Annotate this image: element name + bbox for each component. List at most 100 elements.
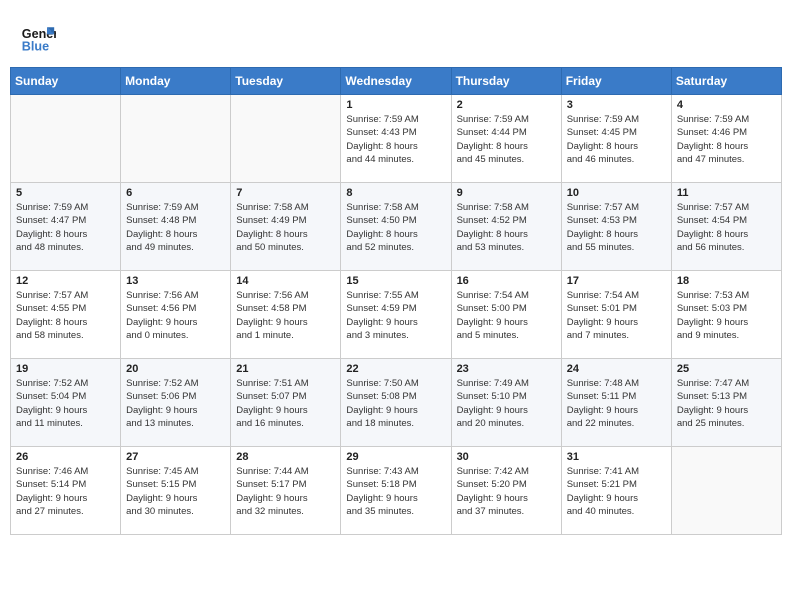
- calendar-cell: [671, 447, 781, 535]
- day-number: 28: [236, 451, 335, 463]
- calendar-cell: 22Sunrise: 7:50 AM Sunset: 5:08 PM Dayli…: [341, 359, 451, 447]
- day-number: 21: [236, 363, 335, 375]
- calendar-cell: 31 Sunrise: 7:41 AM Sunset: 5:21 PM Dayli…: [561, 447, 671, 535]
- calendar-cell: 17 Sunrise: 7:54 AM Sunset: 5:01 PM Dayli…: [561, 271, 671, 359]
- day-number: 30: [457, 451, 556, 463]
- day-info: Sunrise: 7:56 AM Sunset: 4:56 PM Dayligh…: [126, 289, 225, 342]
- calendar-week-row: 1 Sunrise: 7:59 AM Sunset: 4:43 PM Daylig…: [11, 95, 782, 183]
- calendar-cell: 29Sunrise: 7:43 AM Sunset: 5:18 PM Dayli…: [341, 447, 451, 535]
- calendar-table: SundayMondayTuesdayWednesdayThursdayFrid…: [10, 67, 782, 535]
- day-info: Sunrise: 7:57 AM Sunset: 4:54 PM Dayligh…: [677, 201, 776, 254]
- calendar-cell: 14 Sunrise: 7:56 AM Sunset: 4:58 PM Dayli…: [231, 271, 341, 359]
- day-info: Sunrise: 7:57 AM Sunset: 4:55 PM Dayligh…: [16, 289, 115, 342]
- day-number: 23: [457, 363, 556, 375]
- calendar-cell: 12 Sunrise: 7:57 AM Sunset: 4:55 PM Dayli…: [11, 271, 121, 359]
- day-info: Sunrise: 7:59 AM Sunset: 4:44 PM Dayligh…: [457, 113, 556, 166]
- calendar-cell: 25Sunrise: 7:47 AM Sunset: 5:13 PM Dayli…: [671, 359, 781, 447]
- day-info: Sunrise: 7:59 AM Sunset: 4:43 PM Dayligh…: [346, 113, 445, 166]
- calendar-cell: 7Sunrise: 7:58 AM Sunset: 4:49 PM Daylig…: [231, 183, 341, 271]
- day-number: 12: [16, 275, 115, 287]
- calendar-cell: 1 Sunrise: 7:59 AM Sunset: 4:43 PM Daylig…: [341, 95, 451, 183]
- day-info: Sunrise: 7:54 AM Sunset: 5:00 PM Dayligh…: [457, 289, 556, 342]
- day-number: 29: [346, 451, 445, 463]
- calendar-cell: 10Sunrise: 7:57 AM Sunset: 4:53 PM Dayli…: [561, 183, 671, 271]
- day-number: 24: [567, 363, 666, 375]
- day-info: Sunrise: 7:44 AM Sunset: 5:17 PM Dayligh…: [236, 465, 335, 518]
- calendar-cell: 30 Sunrise: 7:42 AM Sunset: 5:20 PM Dayli…: [451, 447, 561, 535]
- calendar-day-header: Thursday: [451, 68, 561, 95]
- day-info: Sunrise: 7:52 AM Sunset: 5:06 PM Dayligh…: [126, 377, 225, 430]
- day-info: Sunrise: 7:51 AM Sunset: 5:07 PM Dayligh…: [236, 377, 335, 430]
- calendar-cell: 11 Sunrise: 7:57 AM Sunset: 4:54 PM Dayli…: [671, 183, 781, 271]
- svg-text:Blue: Blue: [22, 40, 49, 54]
- day-number: 7: [236, 187, 335, 199]
- calendar-cell: [231, 95, 341, 183]
- calendar-cell: 13 Sunrise: 7:56 AM Sunset: 4:56 PM Dayli…: [121, 271, 231, 359]
- calendar-cell: 2 Sunrise: 7:59 AM Sunset: 4:44 PM Daylig…: [451, 95, 561, 183]
- calendar-cell: 20 Sunrise: 7:52 AM Sunset: 5:06 PM Dayli…: [121, 359, 231, 447]
- calendar-cell: 27 Sunrise: 7:45 AM Sunset: 5:15 PM Dayli…: [121, 447, 231, 535]
- day-number: 26: [16, 451, 115, 463]
- calendar-cell: 8Sunrise: 7:58 AM Sunset: 4:50 PM Daylig…: [341, 183, 451, 271]
- day-info: Sunrise: 7:41 AM Sunset: 5:21 PM Dayligh…: [567, 465, 666, 518]
- day-info: Sunrise: 7:58 AM Sunset: 4:50 PM Dayligh…: [346, 201, 445, 254]
- calendar-cell: 15Sunrise: 7:55 AM Sunset: 4:59 PM Dayli…: [341, 271, 451, 359]
- calendar-day-header: Sunday: [11, 68, 121, 95]
- day-info: Sunrise: 7:46 AM Sunset: 5:14 PM Dayligh…: [16, 465, 115, 518]
- day-number: 27: [126, 451, 225, 463]
- page-header: General Blue: [10, 10, 782, 61]
- day-number: 11: [677, 187, 776, 199]
- day-info: Sunrise: 7:57 AM Sunset: 4:53 PM Dayligh…: [567, 201, 666, 254]
- calendar-cell: 18Sunrise: 7:53 AM Sunset: 5:03 PM Dayli…: [671, 271, 781, 359]
- calendar-week-row: 19 Sunrise: 7:52 AM Sunset: 5:04 PM Dayli…: [11, 359, 782, 447]
- calendar-day-header: Tuesday: [231, 68, 341, 95]
- calendar-week-row: 26 Sunrise: 7:46 AM Sunset: 5:14 PM Dayli…: [11, 447, 782, 535]
- calendar-cell: 19 Sunrise: 7:52 AM Sunset: 5:04 PM Dayli…: [11, 359, 121, 447]
- day-number: 13: [126, 275, 225, 287]
- day-number: 20: [126, 363, 225, 375]
- day-number: 15: [346, 275, 445, 287]
- day-number: 6: [126, 187, 225, 199]
- calendar-cell: [121, 95, 231, 183]
- day-number: 2: [457, 99, 556, 111]
- day-info: Sunrise: 7:58 AM Sunset: 4:52 PM Dayligh…: [457, 201, 556, 254]
- day-number: 31: [567, 451, 666, 463]
- day-info: Sunrise: 7:59 AM Sunset: 4:48 PM Dayligh…: [126, 201, 225, 254]
- calendar-cell: 23Sunrise: 7:49 AM Sunset: 5:10 PM Dayli…: [451, 359, 561, 447]
- day-info: Sunrise: 7:59 AM Sunset: 4:45 PM Dayligh…: [567, 113, 666, 166]
- day-info: Sunrise: 7:59 AM Sunset: 4:46 PM Dayligh…: [677, 113, 776, 166]
- calendar-cell: 4Sunrise: 7:59 AM Sunset: 4:46 PM Daylig…: [671, 95, 781, 183]
- calendar-cell: 5Sunrise: 7:59 AM Sunset: 4:47 PM Daylig…: [11, 183, 121, 271]
- day-info: Sunrise: 7:52 AM Sunset: 5:04 PM Dayligh…: [16, 377, 115, 430]
- calendar-cell: [11, 95, 121, 183]
- calendar-header-row: SundayMondayTuesdayWednesdayThursdayFrid…: [11, 68, 782, 95]
- calendar-day-header: Monday: [121, 68, 231, 95]
- calendar-cell: 24 Sunrise: 7:48 AM Sunset: 5:11 PM Dayli…: [561, 359, 671, 447]
- day-number: 17: [567, 275, 666, 287]
- calendar-cell: 9 Sunrise: 7:58 AM Sunset: 4:52 PM Daylig…: [451, 183, 561, 271]
- day-info: Sunrise: 7:45 AM Sunset: 5:15 PM Dayligh…: [126, 465, 225, 518]
- calendar-day-header: Friday: [561, 68, 671, 95]
- calendar-cell: 21 Sunrise: 7:51 AM Sunset: 5:07 PM Dayli…: [231, 359, 341, 447]
- day-info: Sunrise: 7:56 AM Sunset: 4:58 PM Dayligh…: [236, 289, 335, 342]
- day-number: 3: [567, 99, 666, 111]
- calendar-cell: 6 Sunrise: 7:59 AM Sunset: 4:48 PM Daylig…: [121, 183, 231, 271]
- calendar-cell: 28 Sunrise: 7:44 AM Sunset: 5:17 PM Dayli…: [231, 447, 341, 535]
- day-number: 19: [16, 363, 115, 375]
- day-number: 18: [677, 275, 776, 287]
- day-number: 1: [346, 99, 445, 111]
- logo-icon: General Blue: [20, 20, 56, 56]
- logo: General Blue: [20, 20, 60, 56]
- calendar-cell: 3 Sunrise: 7:59 AM Sunset: 4:45 PM Daylig…: [561, 95, 671, 183]
- day-number: 14: [236, 275, 335, 287]
- day-number: 9: [457, 187, 556, 199]
- day-info: Sunrise: 7:54 AM Sunset: 5:01 PM Dayligh…: [567, 289, 666, 342]
- calendar-week-row: 5Sunrise: 7:59 AM Sunset: 4:47 PM Daylig…: [11, 183, 782, 271]
- day-info: Sunrise: 7:48 AM Sunset: 5:11 PM Dayligh…: [567, 377, 666, 430]
- calendar-day-header: Wednesday: [341, 68, 451, 95]
- day-number: 5: [16, 187, 115, 199]
- calendar-cell: 26 Sunrise: 7:46 AM Sunset: 5:14 PM Dayli…: [11, 447, 121, 535]
- day-number: 22: [346, 363, 445, 375]
- day-info: Sunrise: 7:42 AM Sunset: 5:20 PM Dayligh…: [457, 465, 556, 518]
- day-info: Sunrise: 7:47 AM Sunset: 5:13 PM Dayligh…: [677, 377, 776, 430]
